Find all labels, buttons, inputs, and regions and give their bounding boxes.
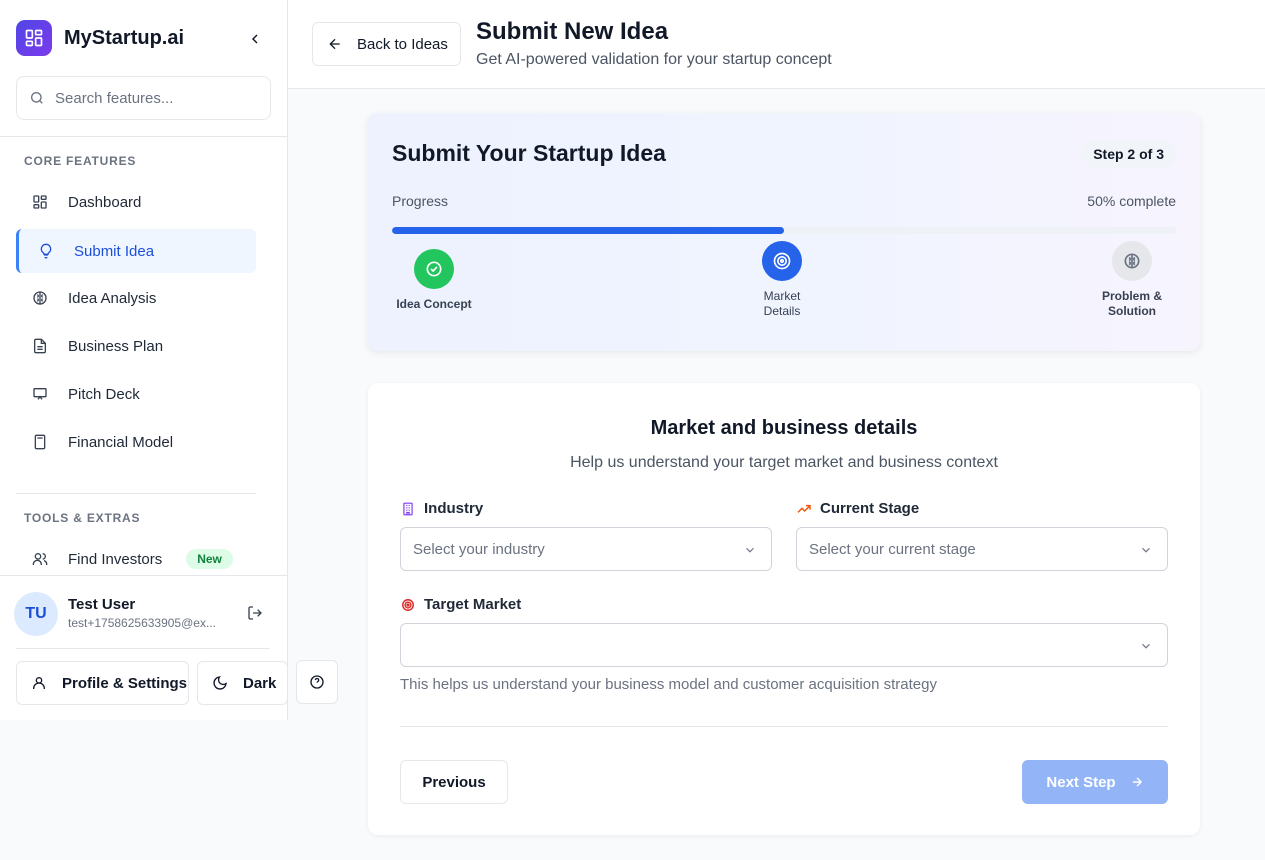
search-icon — [31, 92, 43, 104]
next-step-label: Next Step — [1046, 773, 1116, 791]
arrow-right-icon — [1132, 777, 1142, 787]
step-problem-solution[interactable]: Problem & Solution — [1090, 241, 1174, 319]
progress-bar — [392, 227, 1176, 234]
chevron-left-icon — [251, 34, 258, 44]
user-name: Test User — [68, 596, 136, 613]
document-icon — [30, 336, 50, 356]
building-icon — [400, 501, 416, 517]
collapse-sidebar-button[interactable] — [244, 28, 266, 50]
brain-icon — [1112, 241, 1152, 281]
moon-icon — [213, 676, 227, 690]
brain-icon — [30, 288, 50, 308]
arrow-left-icon — [329, 38, 340, 50]
dark-mode-label: Dark — [243, 674, 277, 692]
trending-up-icon — [796, 501, 812, 517]
users-icon — [30, 549, 50, 569]
chevron-down-icon — [1142, 547, 1150, 553]
target-market-label-text: Target Market — [424, 596, 522, 613]
presentation-icon — [30, 384, 50, 404]
sidebar-item-label: Find Investors — [68, 550, 163, 568]
step-badge: Step 2 of 3 — [1081, 140, 1176, 168]
sidebar-item-submit-idea[interactable]: Submit Idea — [16, 229, 256, 273]
core-features-label: CORE FEATURES — [24, 154, 137, 168]
next-step-button[interactable]: Next Step — [1022, 760, 1168, 804]
back-to-ideas-button[interactable]: Back to Ideas — [312, 22, 461, 66]
sidebar-item-idea-analysis[interactable]: Idea Analysis — [16, 276, 256, 320]
industry-select[interactable]: Select your industry — [400, 527, 772, 571]
form-divider — [400, 726, 1168, 727]
brand-name: MyStartup.ai — [64, 26, 185, 49]
sidebar-item-label: Financial Model — [68, 433, 174, 451]
form-card: Market and business details Help us unde… — [368, 383, 1200, 835]
search-input[interactable] — [55, 89, 255, 107]
help-icon — [310, 675, 324, 689]
user-panel: TU Test User test+1758625633905@ex... Pr… — [0, 575, 288, 720]
sidebar-item-dashboard[interactable]: Dashboard — [16, 180, 256, 224]
chevron-down-icon — [746, 547, 754, 553]
logout-icon — [248, 606, 262, 620]
user-icon — [33, 677, 45, 689]
progress-card: Submit Your Startup Idea Step 2 of 3 Pro… — [368, 113, 1200, 351]
sidebar-divider — [16, 493, 256, 494]
industry-label-text: Industry — [424, 500, 484, 517]
step-market-details[interactable]: Market Details — [752, 241, 812, 319]
stage-select-value: Select your current stage — [809, 540, 976, 558]
sidebar-item-label: Submit Idea — [74, 242, 155, 260]
progress-title: Submit Your Startup Idea — [392, 140, 666, 166]
step-label: Idea Concept — [396, 297, 472, 311]
search-box[interactable] — [16, 76, 271, 120]
stage-select[interactable]: Select your current stage — [796, 527, 1168, 571]
logo-icon — [16, 20, 52, 56]
sidebar-item-label: Dashboard — [68, 193, 142, 211]
progress-bar-fill — [392, 227, 784, 234]
logout-button[interactable] — [244, 602, 266, 624]
new-badge: New — [186, 549, 233, 569]
sidebar-item-label: Idea Analysis — [68, 289, 157, 307]
step-idea-concept[interactable]: Idea Concept — [396, 249, 472, 312]
sidebar-item-financial-model[interactable]: Financial Model — [16, 420, 256, 464]
user-panel-divider — [16, 648, 270, 649]
target-market-hint: This helps us understand your business m… — [400, 676, 937, 693]
target-icon — [400, 597, 416, 613]
previous-label: Previous — [422, 773, 486, 791]
user-email: test+1758625633905@ex... — [68, 616, 216, 630]
target-icon — [762, 241, 802, 281]
check-circle-icon — [414, 249, 454, 289]
page-subtitle: Get AI-powered validation for your start… — [476, 51, 832, 68]
profile-settings-label: Profile & Settings — [62, 674, 188, 692]
industry-label: Industry — [400, 500, 483, 517]
step-label: Problem & — [1101, 289, 1162, 303]
target-market-select[interactable] — [400, 623, 1168, 667]
sidebar-item-business-plan[interactable]: Business Plan — [16, 324, 256, 368]
back-label: Back to Ideas — [357, 35, 448, 53]
step-label-line2: Solution — [1108, 304, 1156, 318]
tools-extras-label: TOOLS & EXTRAS — [24, 511, 141, 525]
dark-mode-button[interactable]: Dark — [197, 661, 288, 705]
step-label: Market — [763, 289, 801, 303]
help-button[interactable] — [296, 660, 338, 704]
sidebar-item-label: Pitch Deck — [68, 385, 140, 403]
form-title: Market and business details — [650, 417, 918, 439]
industry-select-value: Select your industry — [413, 540, 545, 558]
stage-label-text: Current Stage — [820, 500, 920, 517]
brand[interactable]: MyStartup.ai — [16, 20, 184, 56]
sidebar: MyStartup.ai CORE FEATURES Dashboard Sub… — [0, 0, 288, 720]
page-header: Back to Ideas Submit New Idea Get AI-pow… — [288, 0, 1265, 89]
target-market-label: Target Market — [400, 596, 521, 613]
progress-percent: 50% complete — [1087, 193, 1176, 209]
sidebar-item-pitch-deck[interactable]: Pitch Deck — [16, 372, 256, 416]
profile-settings-button[interactable]: Profile & Settings — [16, 661, 189, 705]
stage-label: Current Stage — [796, 500, 919, 517]
sidebar-item-label: Business Plan — [68, 337, 164, 355]
progress-label: Progress — [392, 193, 449, 209]
page-title: Submit New Idea — [476, 18, 669, 45]
avatar[interactable]: TU — [14, 592, 58, 636]
step-label-line2: Details — [763, 304, 801, 318]
dashboard-icon — [30, 192, 50, 212]
lightbulb-icon — [36, 241, 56, 261]
calculator-icon — [30, 432, 50, 452]
previous-button[interactable]: Previous — [400, 760, 508, 804]
form-subtitle: Help us understand your target market an… — [570, 454, 998, 471]
chevron-down-icon — [1142, 643, 1150, 649]
